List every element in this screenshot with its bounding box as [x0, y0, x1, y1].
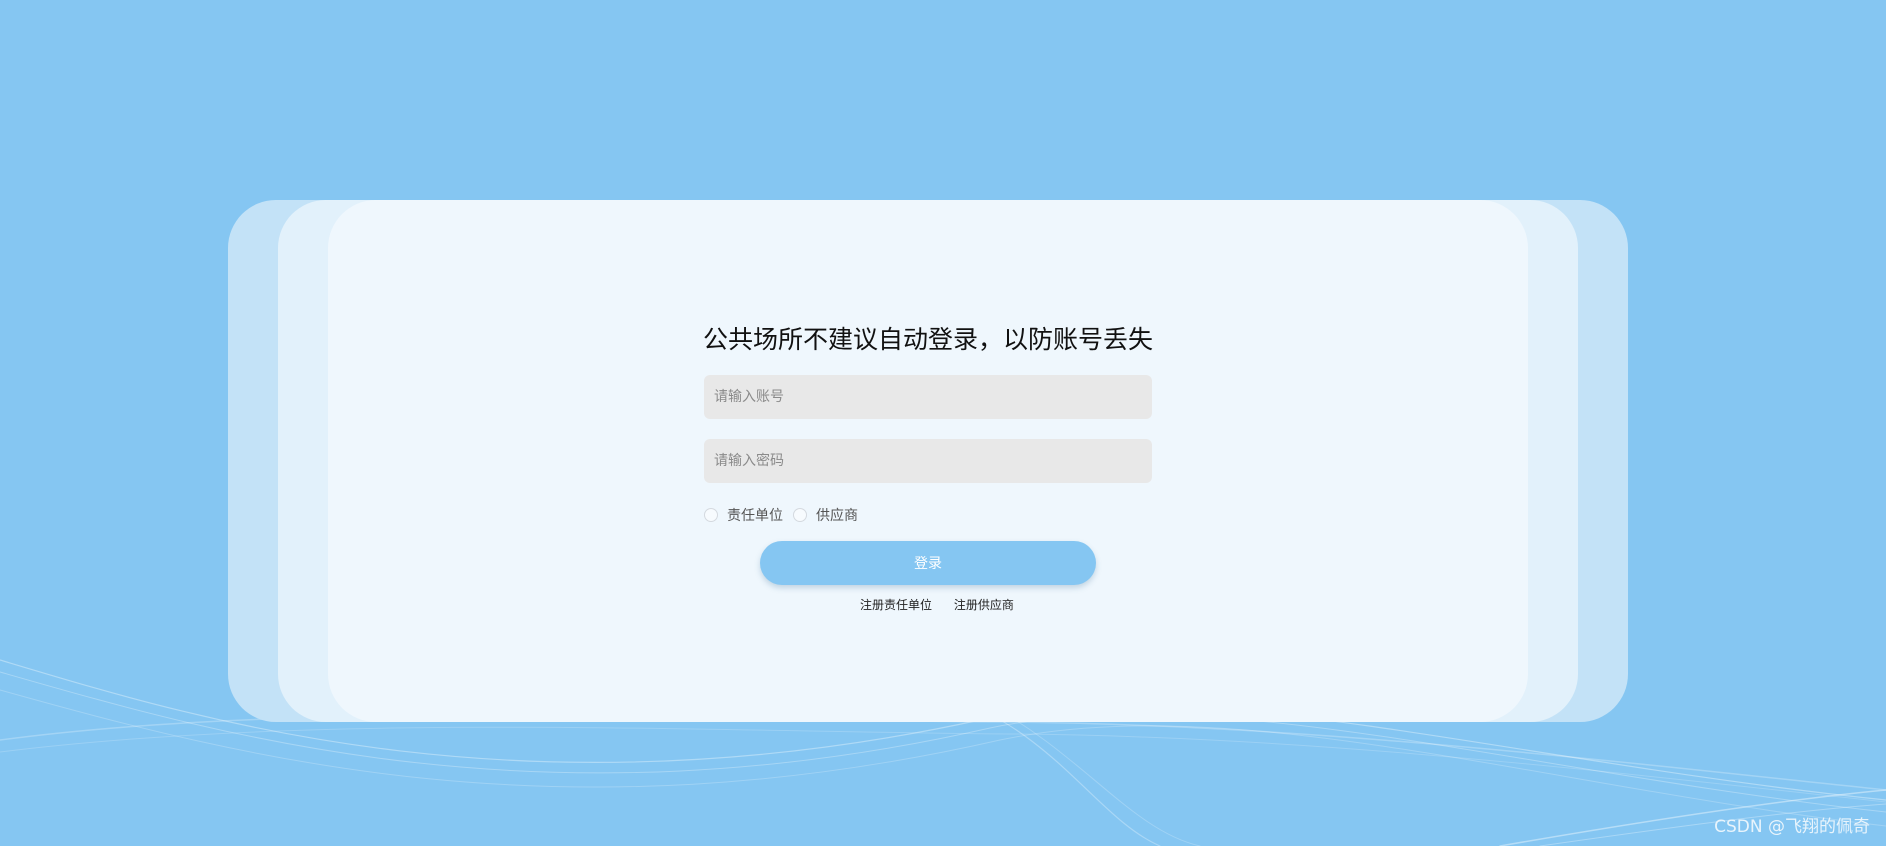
role-option-supplier[interactable]: 供应商: [793, 505, 858, 525]
watermark: CSDN @飞翔的佩奇: [1714, 817, 1870, 837]
radio-circle-icon[interactable]: [793, 508, 807, 522]
account-input[interactable]: [704, 375, 1152, 419]
role-option-responsible-unit[interactable]: 责任单位: [704, 505, 783, 525]
register-responsible-unit-link[interactable]: 注册责任单位: [860, 598, 932, 612]
register-links: 注册责任单位 注册供应商: [860, 596, 1014, 613]
login-button[interactable]: 登录: [760, 541, 1096, 585]
role-label-responsible-unit: 责任单位: [727, 508, 783, 524]
password-input[interactable]: [704, 439, 1152, 483]
radio-circle-icon[interactable]: [704, 508, 718, 522]
login-title: 公共场所不建议自动登录，以防账号丢失: [702, 325, 1153, 354]
role-radio-group: 责任单位 供应商: [704, 505, 858, 525]
role-label-supplier: 供应商: [816, 508, 858, 524]
register-supplier-link[interactable]: 注册供应商: [954, 598, 1014, 612]
